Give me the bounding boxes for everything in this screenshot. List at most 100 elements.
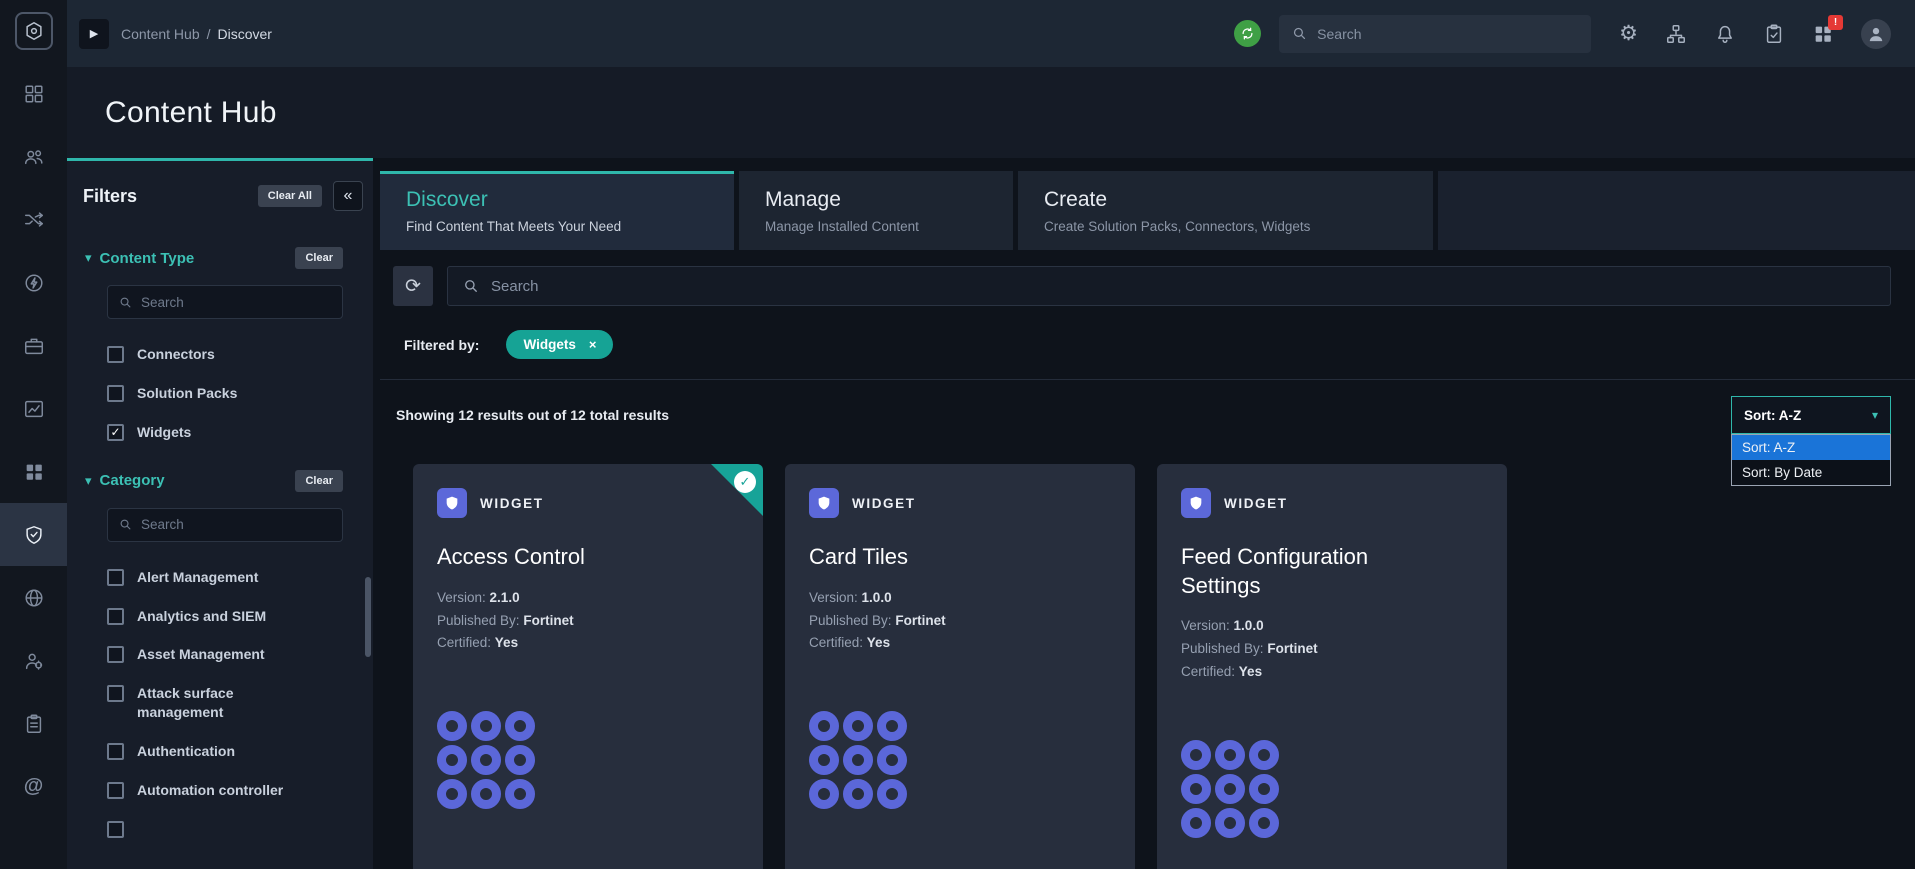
integrations-button[interactable] [1665,23,1687,45]
filter-option-asset-management[interactable]: ✓ Asset Management [67,635,373,674]
sidebar-item-mentions[interactable]: @ [0,755,67,818]
bell-icon [1718,25,1732,43]
sort-option-az[interactable]: Sort: A-Z [1732,435,1890,460]
sidebar-item-widgets[interactable] [0,440,67,503]
widget-type-icon [1181,488,1211,518]
sidebar-item-cases[interactable] [0,314,67,377]
sidebar-item-threat-intel[interactable] [0,566,67,629]
sidebar-item-playbooks[interactable] [0,188,67,251]
category-search [107,507,343,542]
person-icon [1869,27,1883,41]
collapse-panel-button[interactable]: « [333,181,363,211]
filter-option-connectors[interactable]: ✓ Connectors [67,335,373,374]
content-card-card-tiles[interactable]: ✓ WIDGET Card Tiles Version: 1.0.0 Publi… [785,464,1135,869]
checkbox[interactable]: ✓ [107,423,124,441]
content-type-search-input[interactable] [141,294,332,310]
filter-option-automation-controller[interactable]: ✓ Automation controller [67,771,373,810]
checkbox[interactable]: ✓ [107,384,124,402]
pending-tasks-button[interactable] [1763,23,1785,45]
toolbar-section: ⟳ Filtered by: Widgets × [380,250,1915,380]
refresh-button[interactable]: ⟳ [393,266,433,306]
cards-grid: ✓ WIDGET Access Control Version: 2.1.0 P… [413,464,1891,869]
filter-option-widgets[interactable]: ✓ Widgets [67,413,373,452]
clear-section-button[interactable]: Clear [295,247,343,269]
sidebar-item-reports[interactable] [0,377,67,440]
sidebar-item-dashboard[interactable] [0,62,67,125]
checkbox[interactable]: ✓ [107,685,124,703]
checkbox-label: Analytics and SIEM [137,607,267,624]
search-icon [465,280,477,292]
content-card-feed-configuration[interactable]: ✓ WIDGET Feed Configuration Settings Ver… [1157,464,1507,869]
system-health-button[interactable]: ! [1812,14,1843,45]
checkbox[interactable]: ✓ [107,607,124,625]
sort-dropdown-menu: Sort: A-Z Sort: By Date [1731,434,1891,486]
checkbox[interactable]: ✓ [107,568,124,586]
filter-section-header[interactable]: ▾ Content Type Clear [67,229,373,283]
sort-option-by-date[interactable]: Sort: By Date [1732,460,1890,485]
content-card-access-control[interactable]: ✓ WIDGET Access Control Version: 2.1.0 P… [413,464,763,869]
filter-option-alert-management[interactable]: ✓ Alert Management [67,558,373,597]
sidebar-item-user-management[interactable] [0,629,67,692]
dashboard-icon [24,84,43,103]
card-meta: Version: 1.0.0 Published By: Fortinet Ce… [1181,615,1483,684]
clipboard-check-icon [1766,24,1782,43]
sort-button-label: Sort: A-Z [1744,407,1802,423]
chevron-down-icon: ▾ [1871,408,1878,422]
filter-option-analytics-siem[interactable]: ✓ Analytics and SIEM [67,597,373,636]
sidebar-item-queues[interactable] [0,125,67,188]
version-value: 1.0.0 [1233,618,1264,634]
refresh-icon: ⟳ [405,275,421,297]
tabs-filler [1438,171,1915,250]
notifications-button[interactable] [1714,23,1736,45]
sidebar-item-automation[interactable] [0,251,67,314]
filter-chip-label: Widgets [523,337,576,352]
panel-scrollbar-thumb[interactable] [365,577,371,657]
app-root: @ ▶ Content Hub / Discover ⚙ [0,0,1915,869]
tab-create[interactable]: Create Create Solution Packs, Connectors… [1018,171,1433,250]
tab-manage[interactable]: Manage Manage Installed Content [739,171,1013,250]
sync-status-icon[interactable] [1234,20,1262,47]
clipboard-icon [26,714,41,733]
sort-dropdown-button[interactable]: Sort: A-Z ▾ [1731,396,1891,434]
certified-value: Yes [494,635,519,651]
global-search-input[interactable] [1317,25,1580,42]
topbar-actions: ⚙ ! [1619,14,1891,49]
app-logo[interactable] [0,0,67,62]
filter-chip-widgets[interactable]: Widgets × [506,330,614,359]
filter-option-solution-packs[interactable]: ✓ Solution Packs [67,374,373,413]
clear-all-button[interactable]: Clear All [257,185,322,207]
filter-option-cutoff[interactable]: ✓ [67,810,373,848]
clear-section-button[interactable]: Clear [295,469,343,492]
filter-section-header[interactable]: ▾ Category Clear [67,452,373,506]
global-search [1279,14,1592,53]
filter-option-attack-surface[interactable]: ✓ Attack surface management [67,674,373,732]
sidebar-item-content-hub[interactable] [0,503,67,566]
page-header: Content Hub [67,67,1915,158]
sidebar-expand-button[interactable]: ▶ [79,18,109,49]
sidebar-item-tasks[interactable] [0,692,67,755]
settings-button[interactable]: ⚙ [1619,23,1638,44]
tab-discover[interactable]: Discover Find Content That Meets Your Ne… [380,171,734,250]
tab-subtitle: Manage Installed Content [765,219,919,234]
results-row: Showing 12 results out of 12 total resul… [396,396,1891,486]
checkbox[interactable]: ✓ [107,820,124,838]
content-tabs: Discover Find Content That Meets Your Ne… [380,171,1915,250]
certified-label: Certified: [437,635,492,651]
published-value: Fortinet [1267,641,1318,657]
breadcrumb-parent[interactable]: Content Hub [121,26,200,42]
content-search-input[interactable] [491,277,1876,295]
breadcrumb: Content Hub / Discover [121,26,272,42]
checkbox-label: Widgets [137,423,192,440]
briefcase-icon [24,338,43,354]
category-search-input[interactable] [141,517,332,533]
checkbox[interactable]: ✓ [107,646,124,664]
close-icon[interactable]: × [589,338,597,351]
checkbox[interactable]: ✓ [107,346,124,363]
checkbox[interactable]: ✓ [107,743,124,761]
chevron-down-icon: ▾ [85,250,92,265]
checkbox[interactable]: ✓ [107,782,124,800]
globe-icon [24,588,43,607]
filter-option-authentication[interactable]: ✓ Authentication [67,732,373,771]
checkbox-label: Solution Packs [137,384,238,401]
user-avatar[interactable] [1861,18,1891,49]
